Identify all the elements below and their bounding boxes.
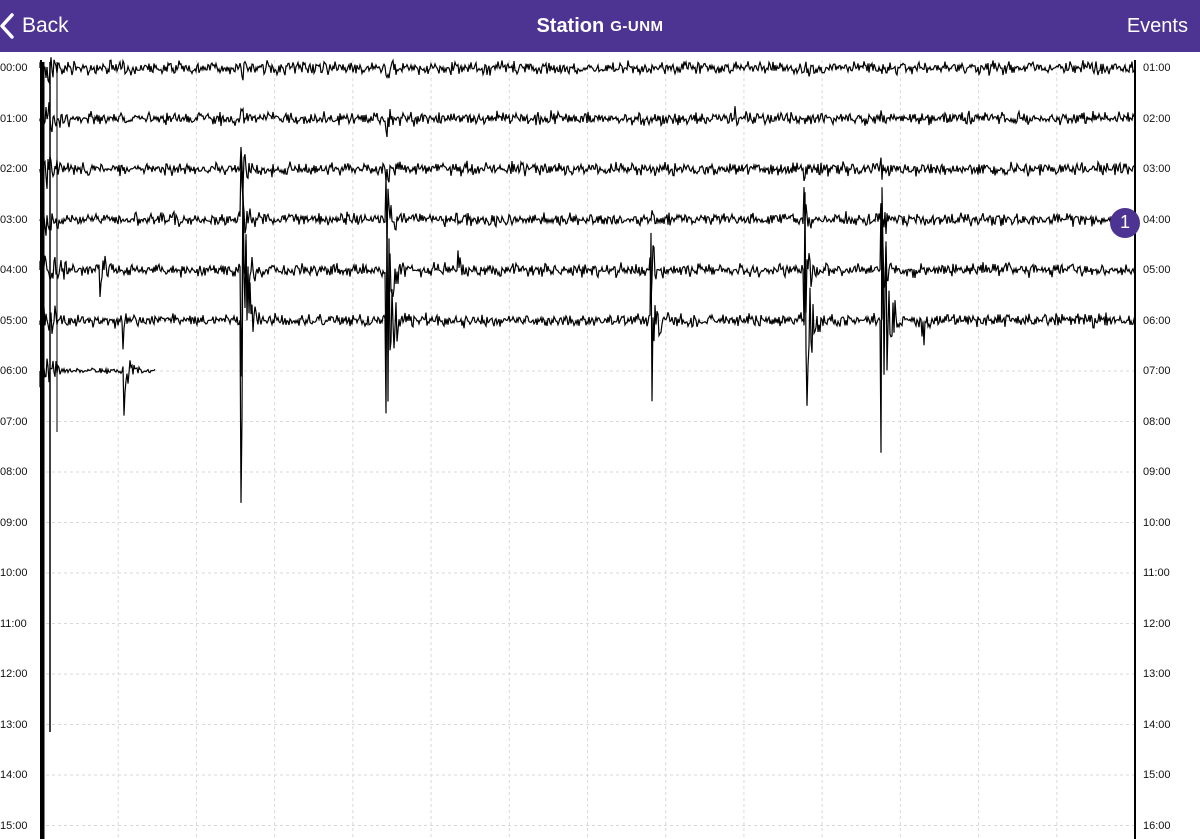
right-time-label: 05:00 [1143,264,1171,276]
left-time-label: 08:00 [0,466,28,478]
events-button[interactable]: Events [1127,0,1188,52]
left-time-label: 14:00 [0,769,28,781]
title-prefix: Station [536,14,605,37]
page-title: Station G-UNM [0,0,1200,52]
event-marker-label: 1 [1119,212,1130,232]
left-time-label: 06:00 [0,365,28,377]
left-time-label: 11:00 [0,617,27,630]
left-time-label: 03:00 [0,213,28,226]
right-time-label: 09:00 [1143,466,1171,478]
right-time-label: 12:00 [1143,617,1171,630]
left-time-label: 05:00 [0,314,28,327]
right-time-label: 03:00 [1143,163,1171,175]
right-time-label: 01:00 [1143,62,1171,74]
right-time-label: 04:00 [1143,213,1171,226]
right-time-label: 16:00 [1143,819,1171,832]
left-time-label: 01:00 [0,112,28,125]
left-time-label: 15:00 [0,819,28,832]
right-time-label: 07:00 [1143,365,1171,377]
navigation-bar: Back Station G-UNM Events [0,0,1200,52]
right-time-label: 11:00 [1143,567,1170,579]
right-time-label: 13:00 [1143,668,1171,680]
helicorder-canvas [39,57,1136,839]
right-time-label: 08:00 [1143,415,1171,428]
left-time-label: 04:00 [0,264,28,276]
left-time-label: 10:00 [0,567,28,579]
right-time-label: 06:00 [1143,314,1171,327]
right-time-label: 02:00 [1143,112,1171,125]
helicorder-plot[interactable]: 00:00 01:00 02:00 03:00 04:00 05:00 06:00 07:00… [0,52,1200,839]
left-time-label: 09:00 [0,516,28,529]
left-time-label: 12:00 [0,668,28,680]
seismic-trace [39,102,1136,138]
left-time-label: 07:00 [0,415,28,428]
station-code: G-UNM [610,17,664,35]
right-time-label: 14:00 [1143,718,1171,731]
left-time-label: 00:00 [0,62,28,74]
events-label: Events [1126,14,1188,37]
left-time-label: 02:00 [0,163,28,175]
seismic-trace [39,185,1136,377]
right-time-label: 10:00 [1143,516,1171,529]
right-time-label: 15:00 [1143,769,1171,781]
left-time-label: 13:00 [0,718,28,731]
event-marker[interactable]: 1 [1110,207,1140,238]
